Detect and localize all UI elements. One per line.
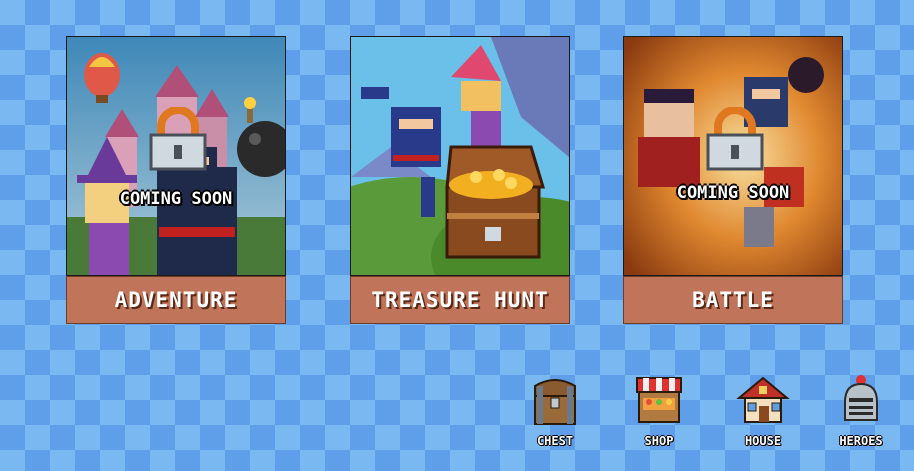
nav-house-button[interactable]: HOUSE <box>728 372 798 448</box>
nav-chest-label: CHEST <box>536 434 574 448</box>
nav-shop-label: SHOP <box>644 434 674 448</box>
house-icon <box>735 372 791 428</box>
mode-label-battle[interactable]: BATTLE <box>623 276 843 324</box>
treasure-hunt-scene <box>351 37 569 275</box>
nav-chest-button[interactable]: CHEST <box>520 372 590 448</box>
treasure-hunt-artwork <box>350 36 570 276</box>
mode-label-adventure[interactable]: ADVENTURE <box>66 276 286 324</box>
mode-card-battle[interactable]: COMING SOON BATTLE <box>623 36 843 326</box>
battle-artwork: COMING SOON <box>623 36 843 276</box>
lock-icon <box>704 107 766 171</box>
helmet-icon <box>833 372 889 428</box>
nav-heroes-label: HEROES <box>839 434 883 448</box>
mode-card-adventure[interactable]: COMING SOON ADVENTURE <box>66 36 286 326</box>
nav-house-label: HOUSE <box>744 434 782 448</box>
lock-icon <box>147 107 209 171</box>
chest-icon <box>527 372 583 428</box>
coming-soon-label: COMING SOON <box>119 189 233 209</box>
mode-card-treasure-hunt[interactable]: TREASURE HUNT <box>350 36 570 326</box>
coming-soon-label: COMING SOON <box>676 183 790 203</box>
shop-icon <box>631 372 687 428</box>
mode-label-treasure-hunt[interactable]: TREASURE HUNT <box>350 276 570 324</box>
nav-shop-button[interactable]: SHOP <box>624 372 694 448</box>
adventure-artwork: COMING SOON <box>66 36 286 276</box>
nav-heroes-button[interactable]: HEROES <box>826 372 896 448</box>
